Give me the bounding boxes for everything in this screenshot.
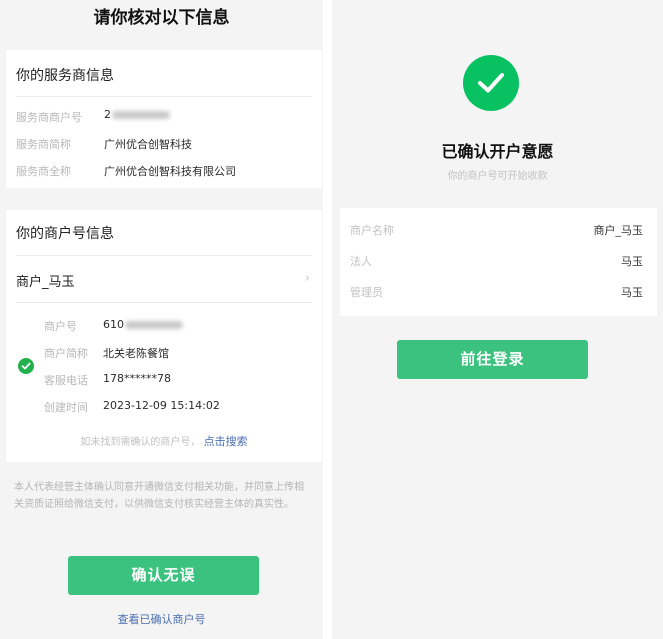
- merchant-name-row[interactable]: 商户_马玉: [16, 271, 75, 290]
- search-hint-text: 如未找到需确认的商户号，: [80, 437, 201, 448]
- verify-info-screen: 请你核对以下信息 你的服务商信息 服务商商户号 2 服务商简称 广州优合创智科技…: [0, 0, 323, 639]
- provider-id-label: 服务商商户号: [16, 111, 82, 124]
- provider-section-title: 你的服务商信息: [16, 68, 114, 84]
- provider-info-card: 你的服务商信息 服务商商户号 2 服务商简称 广州优合创智科技 服务商全称 广州…: [6, 50, 322, 188]
- created-time-value: 2023-12-09 15:14:02: [103, 399, 220, 412]
- legal-person-label: 法人: [350, 255, 372, 268]
- search-hint: 如未找到需确认的商户号， 点击搜索: [6, 433, 322, 449]
- page-title: 请你核对以下信息: [93, 8, 230, 28]
- view-confirmed-link[interactable]: 查看已确认商户号: [0, 611, 323, 627]
- merchant-name-value: 商户_马玉: [593, 224, 644, 237]
- provider-full-name-value: 广州优合创智科技有限公司: [104, 165, 236, 178]
- confirmed-screen: 已确认开户意愿 你的商户号可开始收款 商户名称 商户_马玉 法人 马玉 管理员 …: [332, 0, 663, 639]
- search-link[interactable]: 点击搜索: [204, 435, 248, 448]
- go-login-button[interactable]: 前往登录: [397, 340, 588, 379]
- legal-person-value: 马玉: [621, 255, 643, 268]
- redacted-blur: [112, 111, 170, 119]
- merchant-name-label: 商户名称: [350, 224, 394, 237]
- provider-id-value: 2: [104, 108, 170, 121]
- merchant-id-value: 610: [103, 318, 183, 331]
- merchant-info-card: 你的商户号信息 商户_马玉 › 商户号 610 商户简称 北关老陈餐馆 客服电话…: [6, 210, 322, 462]
- admin-value: 马玉: [621, 286, 643, 299]
- consent-text: 本人代表经营主体确认同意开通微信支付相关功能，并同意上传相关资质证照给微信支付，…: [14, 482, 304, 510]
- service-phone-label: 客服电话: [44, 374, 88, 387]
- provider-full-name-label: 服务商全称: [16, 165, 71, 178]
- service-phone-value: 178******78: [103, 372, 171, 385]
- check-circle-icon: [463, 55, 519, 111]
- merchant-short-name-label: 商户简称: [44, 347, 88, 360]
- confirmed-subtitle: 你的商户号可开始收款: [447, 171, 548, 182]
- merchant-id-label: 商户号: [44, 320, 77, 333]
- provider-short-name-value: 广州优合创智科技: [104, 138, 192, 151]
- provider-short-name-label: 服务商简称: [16, 138, 71, 151]
- merchant-short-name-value: 北关老陈餐馆: [103, 347, 169, 360]
- redacted-blur: [125, 321, 183, 329]
- divider: [16, 302, 312, 303]
- check-circle-icon[interactable]: [18, 358, 34, 374]
- admin-label: 管理员: [350, 286, 383, 299]
- divider: [16, 96, 312, 97]
- confirmed-info-card: 商户名称 商户_马玉 法人 马玉 管理员 马玉: [340, 208, 657, 316]
- confirm-button[interactable]: 确认无误: [68, 556, 259, 595]
- merchant-section-title: 你的商户号信息: [16, 226, 114, 242]
- confirmed-title: 已确认开户意愿: [441, 142, 554, 161]
- divider: [16, 255, 312, 256]
- chevron-right-icon[interactable]: ›: [305, 271, 310, 286]
- created-time-label: 创建时间: [44, 401, 88, 414]
